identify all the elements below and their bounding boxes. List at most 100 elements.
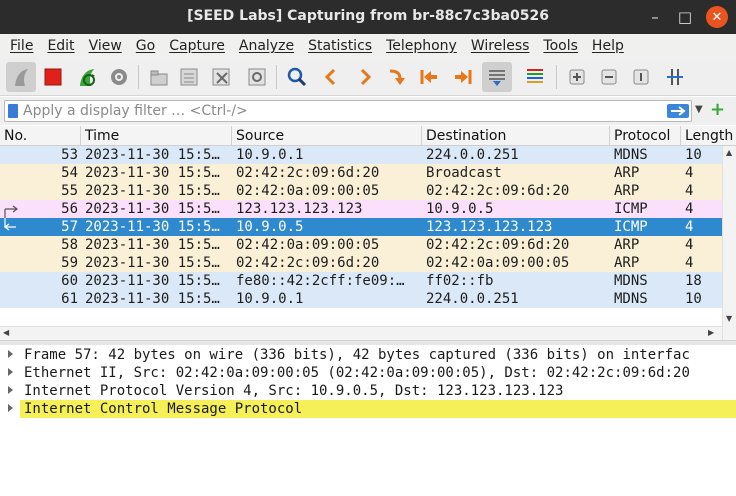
cell-length: 4 <box>685 255 694 271</box>
packet-row[interactable]: 56 2023-11-30 15:5… 123.123.123.123 10.9.0.… <box>0 200 722 218</box>
menu-tools[interactable]: Tools <box>543 38 578 54</box>
cell-source: 123.123.123.123 <box>236 201 363 217</box>
packet-row[interactable]: 54 2023-11-30 15:5… 02:42:2c:09:6d:20 Broad… <box>0 164 722 182</box>
expand-arrow-icon[interactable] <box>8 386 13 394</box>
column-header-no[interactable]: No. <box>0 126 81 146</box>
cell-protocol: MDNS <box>614 147 648 163</box>
packet-row[interactable]: 60 2023-11-30 15:5… fe80::42:2cff:fe09:… ff… <box>0 272 722 290</box>
cell-length: 4 <box>685 201 694 217</box>
go-forward-icon[interactable] <box>350 62 380 92</box>
menu-statistics[interactable]: Statistics <box>308 38 372 54</box>
auto-scroll-icon[interactable] <box>482 62 512 92</box>
reload-file-icon[interactable] <box>242 62 272 92</box>
packet-list: No. Time Source Destination Protocol Len… <box>0 126 736 340</box>
column-header-source[interactable]: Source <box>232 126 422 146</box>
packet-row[interactable]: 55 2023-11-30 15:5… 02:42:0a:09:00:05 02:42… <box>0 182 722 200</box>
colorize-icon[interactable] <box>520 62 550 92</box>
menu-view[interactable]: View <box>89 38 122 54</box>
cell-destination: 02:42:2c:09:6d:20 <box>426 237 570 253</box>
cell-destination: Broadcast <box>426 165 502 181</box>
maximize-button[interactable]: □ <box>674 6 696 28</box>
go-to-packet-icon[interactable] <box>382 62 412 92</box>
go-first-icon[interactable] <box>414 62 444 92</box>
packet-row[interactable]: 53 2023-11-30 15:5… 10.9.0.1 224.0.0.251 MDN… <box>0 146 722 164</box>
cell-destination: 10.9.0.5 <box>426 201 494 217</box>
capture-options-icon[interactable] <box>104 62 134 92</box>
zoom-out-icon[interactable] <box>594 62 624 92</box>
menu-capture[interactable]: Capture <box>169 38 225 54</box>
cell-no: 61 <box>61 291 78 307</box>
cell-protocol: ARP <box>614 183 640 199</box>
reply-marker-icon <box>4 218 16 231</box>
detail-tree-item[interactable]: Ethernet II, Src: 02:42:0a:09:00:05 (02:… <box>0 364 736 382</box>
go-back-icon[interactable] <box>316 62 346 92</box>
menu-help[interactable]: Help <box>592 38 624 54</box>
cell-protocol: ARP <box>614 237 640 253</box>
cell-protocol: ARP <box>614 255 640 271</box>
close-button[interactable]: ✕ <box>706 6 728 28</box>
cell-destination: 224.0.0.251 <box>426 147 519 163</box>
cell-source: 02:42:0a:09:00:05 <box>236 183 380 199</box>
cell-length: 4 <box>685 237 694 253</box>
find-packet-icon[interactable] <box>282 62 312 92</box>
detail-tree-item[interactable]: Internet Control Message Protocol <box>0 400 736 418</box>
cell-no: 53 <box>61 147 78 163</box>
stop-capture-icon[interactable] <box>38 62 68 92</box>
apply-filter-icon[interactable] <box>667 104 689 118</box>
menu-analyze[interactable]: Analyze <box>239 38 294 54</box>
column-header-protocol[interactable]: Protocol <box>610 126 681 146</box>
scroll-right-icon[interactable]: ▶ <box>708 328 714 337</box>
open-file-icon[interactable] <box>144 62 174 92</box>
packet-row[interactable]: 61 2023-11-30 15:5… 10.9.0.1 224.0.0.251 MDN… <box>0 290 722 308</box>
cell-source: 02:42:2c:09:6d:20 <box>236 165 380 181</box>
minimize-button[interactable]: – <box>644 6 666 28</box>
detail-text: Ethernet II, Src: 02:42:0a:09:00:05 (02:… <box>24 365 690 381</box>
cell-time: 2023-11-30 15:5… <box>85 237 220 253</box>
packet-details: Frame 57: 42 bytes on wire (336 bits), 4… <box>0 345 736 496</box>
save-file-icon[interactable] <box>174 62 204 92</box>
cell-no: 54 <box>61 165 78 181</box>
column-header-time[interactable]: Time <box>81 126 232 146</box>
menu-file[interactable]: File <box>10 38 33 54</box>
expand-arrow-icon[interactable] <box>8 350 13 358</box>
cell-time: 2023-11-30 15:5… <box>85 183 220 199</box>
display-filter-input[interactable] <box>23 102 659 120</box>
menu-go[interactable]: Go <box>136 38 155 54</box>
menu-telephony[interactable]: Telephony <box>386 38 457 54</box>
cell-destination: 02:42:0a:09:00:05 <box>426 255 570 271</box>
add-filter-button-icon[interactable]: + <box>710 99 725 120</box>
scroll-down-icon[interactable]: ▼ <box>726 314 732 323</box>
packet-row[interactable]: 57 2023-11-30 15:5… 10.9.0.5 123.123.123.12… <box>0 218 722 236</box>
close-file-icon[interactable] <box>206 62 236 92</box>
detail-tree-item[interactable]: Frame 57: 42 bytes on wire (336 bits), 4… <box>0 346 736 364</box>
restart-capture-icon[interactable] <box>72 62 102 92</box>
scroll-up-icon[interactable]: ▲ <box>726 148 732 157</box>
cell-no: 55 <box>61 183 78 199</box>
go-last-icon[interactable] <box>448 62 478 92</box>
detail-text: Frame 57: 42 bytes on wire (336 bits), 4… <box>24 347 690 363</box>
menu-edit[interactable]: Edit <box>47 38 74 54</box>
menu-wireless[interactable]: Wireless <box>471 38 530 54</box>
window-title: [SEED Labs] Capturing from br-88c7c3ba05… <box>187 8 549 24</box>
scroll-left-icon[interactable]: ◀ <box>3 328 9 337</box>
zoom-normal-icon[interactable] <box>626 62 656 92</box>
cell-source: 02:42:0a:09:00:05 <box>236 237 380 253</box>
resize-columns-icon[interactable] <box>660 62 690 92</box>
filter-dropdown-icon[interactable]: ▼ <box>695 104 703 115</box>
packet-row[interactable]: 58 2023-11-30 15:5… 02:42:0a:09:00:05 02:42… <box>0 236 722 254</box>
column-header-destination[interactable]: Destination <box>422 126 610 146</box>
detail-text: Internet Protocol Version 4, Src: 10.9.0… <box>24 383 564 399</box>
packet-list-vertical-scrollbar[interactable]: ▲ ▼ <box>722 146 736 340</box>
shark-fin-start-icon[interactable] <box>6 62 36 92</box>
expand-arrow-icon[interactable] <box>8 404 13 412</box>
bookmark-icon[interactable] <box>8 104 18 118</box>
expand-arrow-icon[interactable] <box>8 368 13 376</box>
column-header-length[interactable]: Length <box>681 126 736 146</box>
cell-no: 59 <box>61 255 78 271</box>
zoom-in-icon[interactable] <box>562 62 592 92</box>
cell-time: 2023-11-30 15:5… <box>85 165 220 181</box>
cell-length: 18 <box>685 273 702 289</box>
packet-row[interactable]: 59 2023-11-30 15:5… 02:42:2c:09:6d:20 02:42… <box>0 254 722 272</box>
packet-list-horizontal-scrollbar[interactable]: ◀ ▶ <box>0 326 722 340</box>
detail-tree-item[interactable]: Internet Protocol Version 4, Src: 10.9.0… <box>0 382 736 400</box>
